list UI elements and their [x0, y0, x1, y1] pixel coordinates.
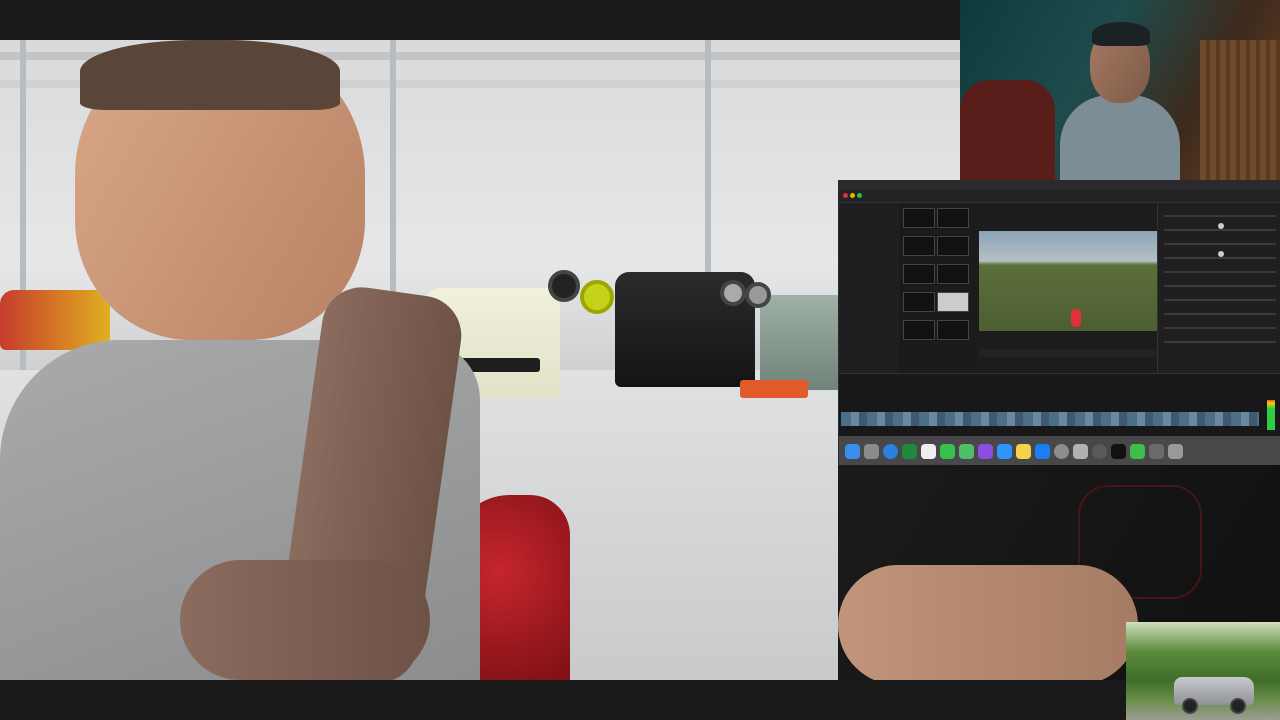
video-viewer[interactable]	[979, 231, 1157, 331]
truck-wheel	[1230, 698, 1246, 714]
media-thumbnail[interactable]	[937, 208, 969, 228]
safari-icon[interactable]	[883, 443, 898, 459]
stream-canvas	[0, 0, 1280, 720]
media-thumbnail[interactable]	[937, 264, 969, 284]
editor-toolbar	[839, 190, 1280, 203]
notes-icon[interactable]	[997, 443, 1012, 459]
slider-knob[interactable]	[1218, 223, 1224, 229]
calendar-icon[interactable]	[921, 443, 936, 459]
silver-green-car	[760, 295, 850, 390]
media-thumbnail[interactable]	[903, 320, 935, 340]
wall-column	[20, 40, 26, 410]
settings-icon[interactable]	[1054, 443, 1069, 459]
red-object	[1071, 309, 1081, 327]
wooden-wall	[1200, 40, 1280, 180]
main-video-feed	[0, 40, 960, 680]
video-editor-window	[838, 180, 1280, 467]
folder-icon[interactable]	[1149, 443, 1164, 459]
trash-icon[interactable]	[1168, 443, 1183, 459]
audio-meter	[1267, 400, 1275, 430]
quicktime-icon[interactable]	[1092, 443, 1107, 459]
truck-wheel	[1182, 698, 1198, 714]
webcam-feed	[960, 0, 1280, 180]
library-sidebar[interactable]	[839, 203, 900, 373]
minimize-icon[interactable]	[850, 193, 855, 198]
dock	[839, 436, 1280, 466]
inspector-panel[interactable]	[1157, 203, 1280, 373]
tv-icon[interactable]	[1111, 443, 1126, 459]
rim	[720, 280, 746, 306]
media-thumbnail[interactable]	[937, 236, 969, 256]
timeline[interactable]	[839, 373, 1280, 437]
appstore-icon[interactable]	[1035, 443, 1050, 459]
streamer-shirt	[1060, 95, 1180, 180]
numbers-icon[interactable]	[1073, 443, 1088, 459]
media-thumbnail[interactable]	[903, 236, 935, 256]
rim	[745, 282, 771, 308]
crossed-forearm	[180, 560, 430, 680]
finder-icon[interactable]	[845, 443, 860, 459]
orange-stand	[740, 380, 808, 398]
media-thumbnail[interactable]	[937, 292, 969, 312]
yellow-race-car	[0, 290, 110, 350]
video-clip-track[interactable]	[841, 412, 1259, 426]
menu-bar	[839, 181, 1280, 190]
files-icon[interactable]	[1016, 443, 1031, 459]
media-browser[interactable]	[899, 203, 977, 373]
facetime-icon[interactable]	[902, 443, 917, 459]
media-thumbnail[interactable]	[937, 320, 969, 340]
pip-truck-video	[1126, 622, 1280, 720]
maximize-icon[interactable]	[857, 193, 862, 198]
media-thumbnail[interactable]	[903, 292, 935, 312]
crossed-arms	[838, 565, 1138, 680]
music-icon[interactable]	[1130, 443, 1145, 459]
red-chair	[960, 80, 1055, 180]
messages-icon[interactable]	[940, 443, 955, 459]
launchpad-icon[interactable]	[864, 443, 879, 459]
hair	[80, 40, 340, 110]
media-thumbnail[interactable]	[903, 264, 935, 284]
stacked-tire	[548, 270, 580, 302]
yellow-wheel	[580, 280, 614, 314]
streamer-hair	[1092, 22, 1150, 46]
photos-icon[interactable]	[978, 443, 993, 459]
media-thumbnail[interactable]	[903, 208, 935, 228]
close-icon[interactable]	[843, 193, 848, 198]
viewer-controls[interactable]	[979, 349, 1157, 357]
maps-icon[interactable]	[959, 443, 974, 459]
slider-knob[interactable]	[1218, 251, 1224, 257]
